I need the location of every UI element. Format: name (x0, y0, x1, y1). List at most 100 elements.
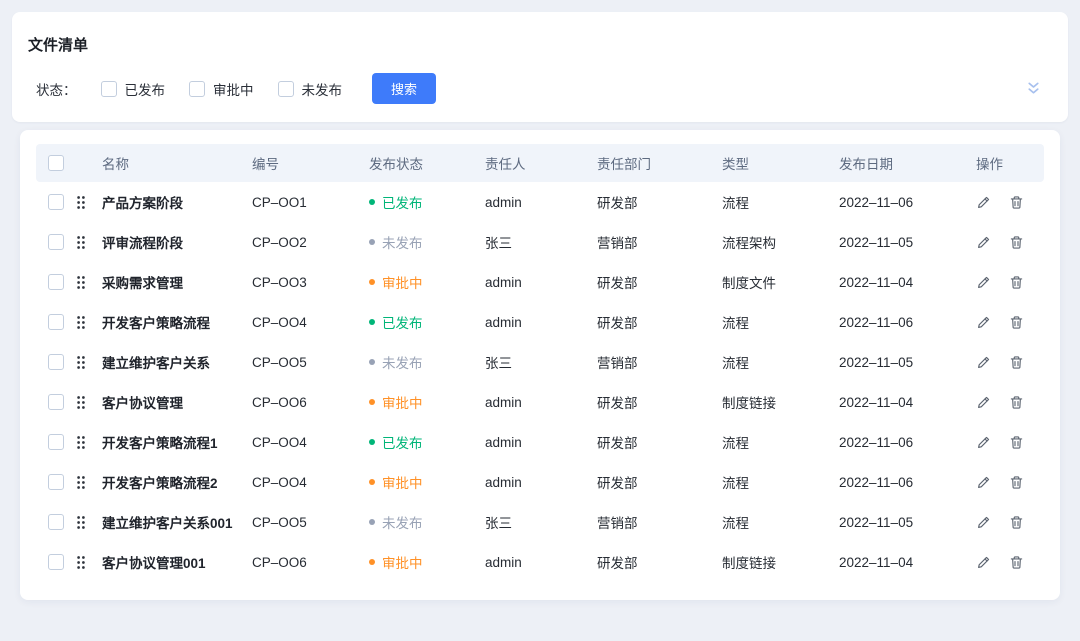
row-code: CP–OO2 (252, 235, 369, 250)
delete-icon[interactable] (1009, 475, 1024, 490)
column-header-status: 发布状态 (369, 153, 485, 173)
row-name: 开发客户策略流程1 (102, 432, 252, 452)
row-name: 评审流程阶段 (102, 232, 252, 252)
row-type: 流程 (722, 432, 839, 452)
edit-icon[interactable] (976, 355, 991, 370)
filter-option-approving-label: 审批中 (213, 79, 254, 99)
select-all-checkbox[interactable] (48, 155, 64, 171)
row-code: CP–OO5 (252, 515, 369, 530)
row-status: 已发布 (369, 312, 485, 332)
row-name: 客户协议管理001 (102, 552, 252, 572)
row-operations (976, 435, 1044, 450)
status-text: 已发布 (382, 192, 423, 212)
delete-icon[interactable] (1009, 395, 1024, 410)
drag-handle-icon[interactable] (76, 435, 86, 450)
checkbox-unpublished[interactable] (278, 81, 294, 97)
row-checkbox[interactable] (48, 554, 64, 570)
row-operations (976, 355, 1044, 370)
row-date: 2022–11–06 (839, 475, 976, 490)
filter-row: 状态： 已发布 审批中 未发布 搜索 (28, 73, 1052, 104)
edit-icon[interactable] (976, 275, 991, 290)
file-table-card: 名称 编号 发布状态 责任人 责任部门 类型 发布日期 操作 产品方案阶段 CP… (20, 130, 1060, 600)
status-text: 未发布 (382, 512, 423, 532)
row-date: 2022–11–04 (839, 275, 976, 290)
edit-icon[interactable] (976, 475, 991, 490)
checkbox-published[interactable] (101, 81, 117, 97)
drag-handle-icon[interactable] (76, 555, 86, 570)
row-type: 流程 (722, 312, 839, 332)
drag-handle-icon[interactable] (76, 395, 86, 410)
row-checkbox[interactable] (48, 434, 64, 450)
drag-handle-icon[interactable] (76, 275, 86, 290)
delete-icon[interactable] (1009, 235, 1024, 250)
delete-icon[interactable] (1009, 515, 1024, 530)
delete-icon[interactable] (1009, 275, 1024, 290)
row-checkbox[interactable] (48, 314, 64, 330)
row-date: 2022–11–05 (839, 355, 976, 370)
edit-icon[interactable] (976, 315, 991, 330)
delete-icon[interactable] (1009, 355, 1024, 370)
row-date: 2022–11–05 (839, 235, 976, 250)
row-status: 审批中 (369, 552, 485, 572)
row-checkbox[interactable] (48, 474, 64, 490)
edit-icon[interactable] (976, 195, 991, 210)
delete-icon[interactable] (1009, 555, 1024, 570)
table-row: 开发客户策略流程2 CP–OO4 审批中 admin 研发部 流程 2022–1… (36, 462, 1044, 502)
edit-icon[interactable] (976, 555, 991, 570)
filter-panel: 文件清单 状态： 已发布 审批中 未发布 搜索 (12, 12, 1068, 122)
drag-handle-icon[interactable] (76, 355, 86, 370)
drag-handle-icon[interactable] (76, 315, 86, 330)
row-checkbox[interactable] (48, 354, 64, 370)
edit-icon[interactable] (976, 515, 991, 530)
row-operations (976, 315, 1044, 330)
drag-handle-icon[interactable] (76, 195, 86, 210)
edit-icon[interactable] (976, 235, 991, 250)
drag-handle-icon[interactable] (76, 235, 86, 250)
column-header-date: 发布日期 (839, 153, 976, 173)
delete-icon[interactable] (1009, 315, 1024, 330)
row-type: 流程 (722, 512, 839, 532)
column-header-owner: 责任人 (485, 153, 597, 173)
row-checkbox[interactable] (48, 234, 64, 250)
row-checkbox[interactable] (48, 194, 64, 210)
edit-icon[interactable] (976, 395, 991, 410)
filter-option-approving[interactable]: 审批中 (189, 79, 254, 99)
status-dot (369, 319, 375, 325)
row-owner: admin (485, 315, 597, 330)
row-type: 流程 (722, 192, 839, 212)
status-text: 未发布 (382, 352, 423, 372)
page-title: 文件清单 (28, 34, 1052, 55)
row-date: 2022–11–04 (839, 555, 976, 570)
drag-handle-icon[interactable] (76, 475, 86, 490)
edit-icon[interactable] (976, 435, 991, 450)
status-text: 已发布 (382, 432, 423, 452)
row-status: 审批中 (369, 272, 485, 292)
delete-icon[interactable] (1009, 195, 1024, 210)
checkbox-approving[interactable] (189, 81, 205, 97)
status-dot (369, 399, 375, 405)
status-dot (369, 439, 375, 445)
table-header: 名称 编号 发布状态 责任人 责任部门 类型 发布日期 操作 (36, 144, 1044, 182)
row-type: 制度文件 (722, 272, 839, 292)
filter-option-unpublished[interactable]: 未发布 (278, 79, 343, 99)
filter-option-published[interactable]: 已发布 (101, 79, 166, 99)
row-operations (976, 235, 1044, 250)
row-checkbox[interactable] (48, 274, 64, 290)
row-checkbox[interactable] (48, 514, 64, 530)
status-text: 审批中 (382, 552, 423, 572)
row-checkbox[interactable] (48, 394, 64, 410)
row-owner: 张三 (485, 352, 597, 372)
chevron-double-down-icon[interactable] (1025, 81, 1042, 96)
status-text: 审批中 (382, 392, 423, 412)
status-dot (369, 239, 375, 245)
row-code: CP–OO3 (252, 275, 369, 290)
row-date: 2022–11–04 (839, 395, 976, 410)
delete-icon[interactable] (1009, 435, 1024, 450)
search-button[interactable]: 搜索 (372, 73, 436, 104)
status-text: 未发布 (382, 232, 423, 252)
row-owner: admin (485, 395, 597, 410)
drag-handle-icon[interactable] (76, 515, 86, 530)
row-type: 流程架构 (722, 232, 839, 252)
status-text: 审批中 (382, 472, 423, 492)
row-owner: 张三 (485, 512, 597, 532)
